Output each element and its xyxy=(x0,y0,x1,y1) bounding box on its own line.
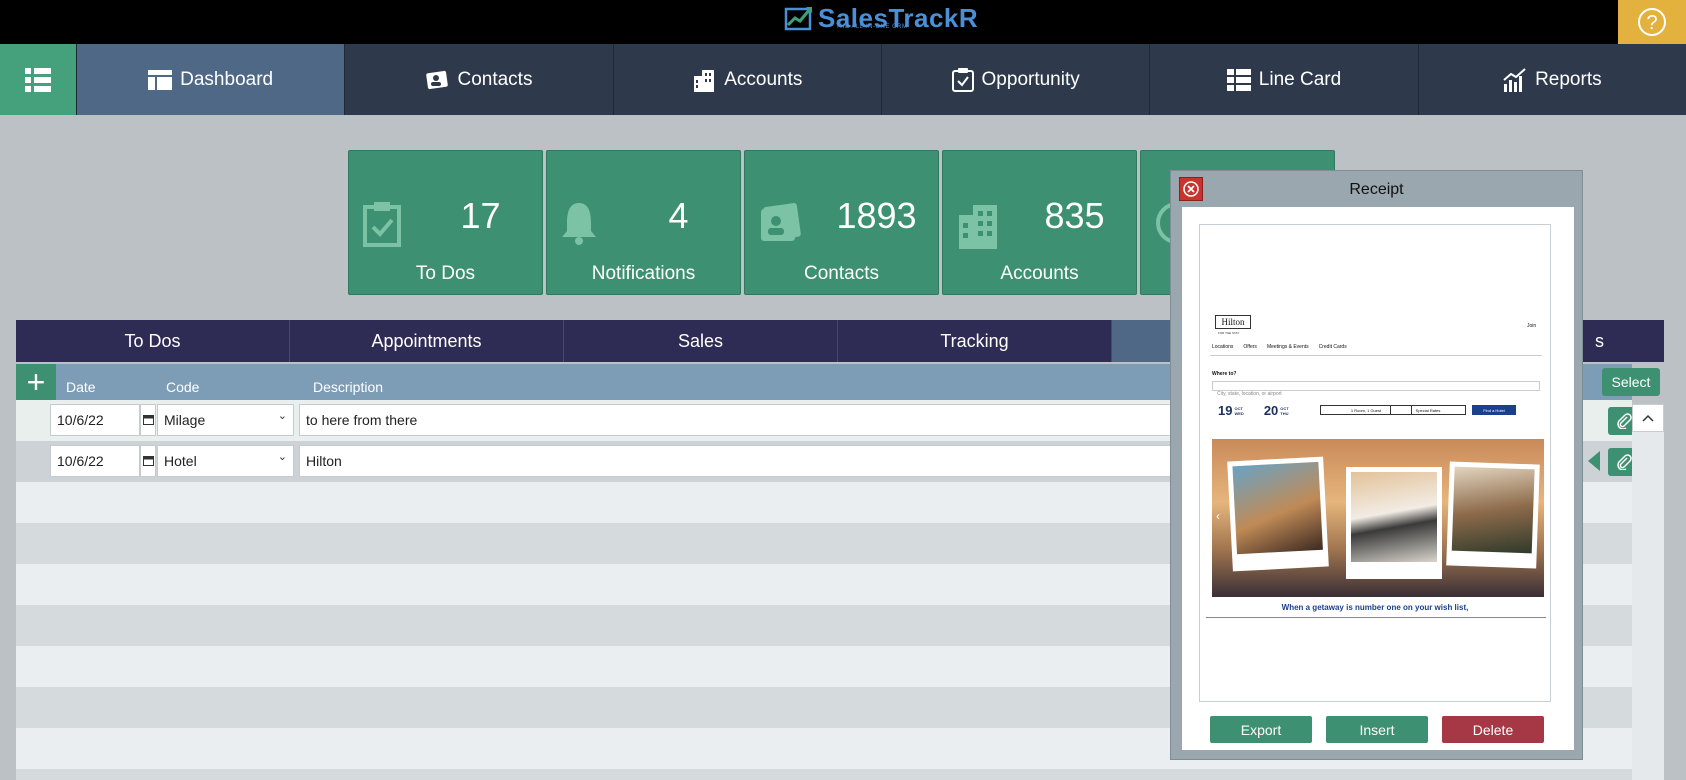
receipt-tagline: When a getaway is number one on your wis… xyxy=(1281,603,1469,612)
receipt-divider xyxy=(1206,617,1546,618)
paperclip-icon xyxy=(1617,413,1632,429)
nav-tab-opportunity[interactable]: Opportunity xyxy=(880,44,1149,115)
logo-tagline: THE ALL-IN-ONE CRM xyxy=(836,24,908,30)
photo-card xyxy=(1346,467,1442,579)
tile-count: 17 xyxy=(460,195,501,236)
help-icon: ? xyxy=(1638,8,1666,36)
chevron-down-icon: ⌄ xyxy=(277,410,287,422)
nav-tab-dashboard[interactable]: Dashboard xyxy=(75,44,345,115)
tile-label: Notifications xyxy=(591,263,696,284)
receipt-menu-item: Credit Cards xyxy=(1318,344,1347,350)
date-field[interactable]: 10/6/22 xyxy=(50,404,140,436)
chart-icon xyxy=(1503,67,1526,92)
clipboard-icon xyxy=(951,67,974,92)
receipt-image: Hilton FOR THE STAY Join Locations Offer… xyxy=(1199,224,1551,702)
column-header-code[interactable]: Code xyxy=(166,379,199,395)
receipt-rates-field: Special Rates xyxy=(1390,405,1466,415)
receipt-dates: 19 OCT WED 20 OCT THU xyxy=(1218,403,1289,418)
tile-count: 1893 xyxy=(836,195,917,236)
tile-accounts[interactable]: 835 Accounts xyxy=(942,150,1137,295)
calendar-icon[interactable] xyxy=(140,445,156,477)
tile-label: To Dos xyxy=(415,263,476,284)
code-select[interactable]: Milage ⌄ xyxy=(157,404,294,436)
contacts-icon xyxy=(761,203,801,241)
receipt-brand-box: Hilton xyxy=(1215,315,1251,329)
insert-button[interactable]: Insert xyxy=(1326,716,1428,743)
bell-icon xyxy=(562,203,596,245)
grid-scrollbar[interactable] xyxy=(1632,404,1664,780)
empty-row xyxy=(16,769,1632,780)
delete-button[interactable]: Delete xyxy=(1442,716,1544,743)
row-selected-indicator xyxy=(1588,451,1600,471)
receipt-menu-item: Offers xyxy=(1243,344,1257,350)
column-header-date[interactable]: Date xyxy=(66,379,96,395)
select-button[interactable]: Select xyxy=(1602,368,1660,396)
receipt-menu-item: Meetings & Events xyxy=(1266,344,1309,350)
subtab-tracking[interactable]: Tracking xyxy=(838,320,1112,362)
trend-chart-icon xyxy=(784,7,812,31)
nav-tab-label: Opportunity xyxy=(981,68,1080,90)
subtab-sales[interactable]: Sales xyxy=(564,320,838,362)
dashboard-icon xyxy=(148,69,173,90)
paperclip-icon xyxy=(1617,454,1632,470)
contacts-icon xyxy=(426,70,449,89)
date-field[interactable]: 10/6/22 xyxy=(50,445,140,477)
description-field[interactable]: Hilton xyxy=(299,445,1189,477)
tile-count: 835 xyxy=(1044,195,1105,236)
main-nav: Dashboard Contacts Accounts Opportunity xyxy=(0,44,1686,115)
description-field[interactable]: to here from there xyxy=(299,404,1189,436)
building-icon xyxy=(959,205,997,249)
receipt-menu-item: Locations xyxy=(1212,344,1234,350)
tile-notifications[interactable]: 4 Notifications xyxy=(546,150,741,295)
modal-title: Receipt xyxy=(1349,181,1404,198)
photo-card xyxy=(1446,461,1540,569)
calendar-icon[interactable] xyxy=(140,404,156,436)
modal-body: Hilton FOR THE STAY Join Locations Offer… xyxy=(1182,207,1574,750)
receipt-menu: Locations Offers Meetings & Events Credi… xyxy=(1212,344,1347,350)
grid-icon xyxy=(1226,68,1251,91)
help-button[interactable]: ? xyxy=(1618,0,1686,44)
receipt-hero-image: ‹ xyxy=(1212,439,1544,597)
tile-contacts[interactable]: 1893 Contacts xyxy=(744,150,939,295)
nav-tab-contacts[interactable]: Contacts xyxy=(344,44,612,115)
svg-text:?: ? xyxy=(1646,12,1657,34)
tile-label: Accounts xyxy=(1000,263,1079,284)
receipt-join: Join xyxy=(1527,323,1537,329)
nav-tab-label: Contacts xyxy=(457,68,533,90)
tile-todos[interactable]: 17 To Dos xyxy=(348,150,543,295)
add-row-button[interactable]: + xyxy=(16,364,56,400)
scroll-up-button[interactable] xyxy=(1632,404,1664,432)
receipt-brand-sub: FOR THE STAY xyxy=(1218,331,1240,335)
tile-count: 4 xyxy=(668,195,689,236)
receipt-modal: Receipt Hilton FOR THE STAY Join Locatio… xyxy=(1170,170,1583,760)
tile-label: Contacts xyxy=(804,263,879,284)
receipt-find-button: Find a Hotel xyxy=(1472,405,1516,415)
nav-tab-label: Line Card xyxy=(1258,68,1342,90)
nav-tab-accounts[interactable]: Accounts xyxy=(612,44,881,115)
chevron-left-icon: ‹ xyxy=(1216,509,1220,523)
chevron-up-icon xyxy=(1642,414,1654,422)
receipt-where-input: City, state, location, or airport xyxy=(1212,381,1540,397)
list-menu-icon xyxy=(24,67,51,92)
nav-tab-reports[interactable]: Reports xyxy=(1417,44,1686,115)
building-icon xyxy=(694,69,715,92)
nav-tab-line-card[interactable]: Line Card xyxy=(1149,44,1417,115)
nav-tab-label: Reports xyxy=(1535,68,1602,90)
export-button[interactable]: Export xyxy=(1210,716,1312,743)
menu-button[interactable] xyxy=(0,44,76,115)
app-logo[interactable]: SalesTrackR THE ALL-IN-ONE CRM xyxy=(784,0,978,36)
code-select[interactable]: Hotel ⌄ xyxy=(157,445,294,477)
subtab-appointments[interactable]: Appointments xyxy=(290,320,564,362)
photo-card xyxy=(1227,456,1329,572)
subtab-todos[interactable]: To Dos xyxy=(16,320,290,362)
clipboard-check-icon xyxy=(363,202,401,247)
receipt-brand: Hilton xyxy=(1221,317,1245,327)
chevron-down-icon: ⌄ xyxy=(277,451,287,463)
receipt-divider xyxy=(1210,355,1542,356)
receipt-where-label: Where to? xyxy=(1212,371,1237,377)
top-bar: SalesTrackR THE ALL-IN-ONE CRM ? xyxy=(0,0,1686,44)
nav-tab-label: Accounts xyxy=(724,68,803,90)
column-header-description[interactable]: Description xyxy=(313,379,383,395)
nav-tab-label: Dashboard xyxy=(180,68,274,90)
